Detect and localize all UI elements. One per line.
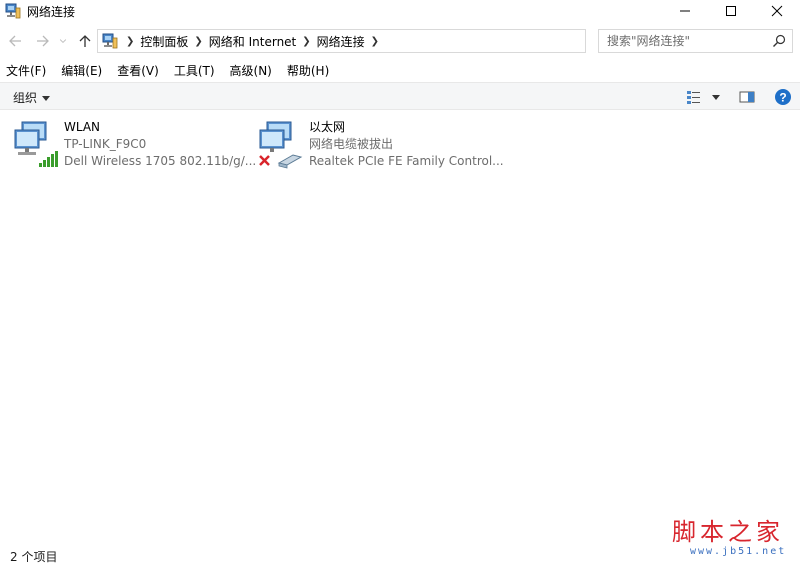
ethernet-adapter-icon: [259, 121, 303, 169]
up-arrow-icon: [79, 35, 91, 47]
preview-pane-icon: [739, 91, 755, 103]
help-icon: ?: [775, 89, 791, 105]
watermark: 脚本之家 www.jb51.net: [672, 518, 796, 562]
menu-help[interactable]: 帮助(H): [287, 62, 329, 79]
breadcrumb-separator-icon[interactable]: ❯: [126, 36, 134, 47]
preview-pane-button[interactable]: [738, 88, 756, 106]
network-connections-app-icon: [5, 3, 21, 19]
menu-view[interactable]: 查看(V): [117, 62, 159, 79]
minimize-button[interactable]: [662, 0, 708, 22]
search-box[interactable]: [598, 29, 793, 53]
organize-button[interactable]: 组织: [13, 89, 51, 106]
minimize-icon: [680, 10, 690, 12]
connection-device: Dell Wireless 1705 802.11b/g/...: [64, 154, 257, 168]
wifi-adapter-icon: [14, 121, 58, 167]
organize-label: 组织: [13, 91, 38, 105]
connection-status: 网络电缆被拔出: [309, 137, 394, 151]
caret-down-icon: [42, 95, 51, 101]
item-count: 2 个项目: [10, 550, 58, 564]
connection-item-ethernet[interactable]: 以太网 网络电缆被拔出 Realtek PCIe FE Family Contr…: [257, 119, 504, 171]
close-button[interactable]: [754, 0, 800, 22]
connection-device: Realtek PCIe FE Family Control...: [309, 154, 504, 168]
forward-button[interactable]: [34, 32, 52, 50]
menu-file[interactable]: 文件(F): [6, 62, 46, 79]
breadcrumb: ❯ 控制面板 ❯ 网络和 Internet ❯ 网络连接 ❯: [122, 30, 385, 52]
address-row: ❯ 控制面板 ❯ 网络和 Internet ❯ 网络连接 ❯: [0, 26, 800, 56]
connection-name: WLAN: [64, 120, 101, 134]
breadcrumb-network-connections[interactable]: 网络连接: [317, 33, 365, 50]
control-panel-location-icon: [102, 33, 118, 49]
breadcrumb-network-internet[interactable]: 网络和 Internet: [209, 33, 296, 50]
connections-list: WLAN TP-LINK_F9C0 Dell Wireless 1705 802…: [0, 110, 800, 540]
breadcrumb-separator-icon[interactable]: ❯: [371, 36, 379, 47]
search-icon[interactable]: [772, 34, 786, 48]
caret-down-icon: [712, 95, 720, 100]
menu-advanced[interactable]: 高级(N): [230, 62, 272, 79]
search-input[interactable]: [607, 30, 767, 52]
help-button[interactable]: ?: [774, 88, 792, 106]
breadcrumb-separator-icon[interactable]: ❯: [194, 36, 202, 47]
chevron-down-icon: [59, 39, 67, 44]
menu-tools[interactable]: 工具(T): [174, 62, 215, 79]
back-button[interactable]: [6, 32, 24, 50]
connection-item-wlan[interactable]: WLAN TP-LINK_F9C0 Dell Wireless 1705 802…: [12, 119, 256, 171]
breadcrumb-separator-icon[interactable]: ❯: [302, 36, 310, 47]
watermark-url: www.jb51.net: [690, 546, 787, 557]
title-bar: 网络连接: [0, 0, 800, 22]
watermark-title: 脚本之家: [672, 518, 784, 546]
back-arrow-icon: [9, 35, 21, 47]
forward-arrow-icon: [37, 35, 49, 47]
maximize-icon: [726, 6, 736, 16]
address-bar[interactable]: ❯ 控制面板 ❯ 网络和 Internet ❯ 网络连接 ❯: [97, 29, 679, 53]
window-title: 网络连接: [27, 4, 76, 19]
breadcrumb-control-panel[interactable]: 控制面板: [140, 33, 188, 50]
command-bar: 组织 ?: [0, 82, 800, 110]
menu-bar: 文件(F) 编辑(E) 查看(V) 工具(T) 高级(N) 帮助(H): [0, 60, 800, 80]
svg-text:?: ?: [779, 91, 786, 105]
change-view-button[interactable]: [686, 88, 722, 106]
connection-network: TP-LINK_F9C0: [64, 137, 147, 151]
menu-edit[interactable]: 编辑(E): [61, 62, 102, 79]
view-options-icon: [687, 91, 700, 104]
maximize-button[interactable]: [708, 0, 754, 22]
connection-name: 以太网: [309, 120, 346, 134]
close-icon: [771, 5, 783, 17]
up-button[interactable]: [76, 32, 94, 50]
recent-locations-button[interactable]: [58, 32, 68, 50]
